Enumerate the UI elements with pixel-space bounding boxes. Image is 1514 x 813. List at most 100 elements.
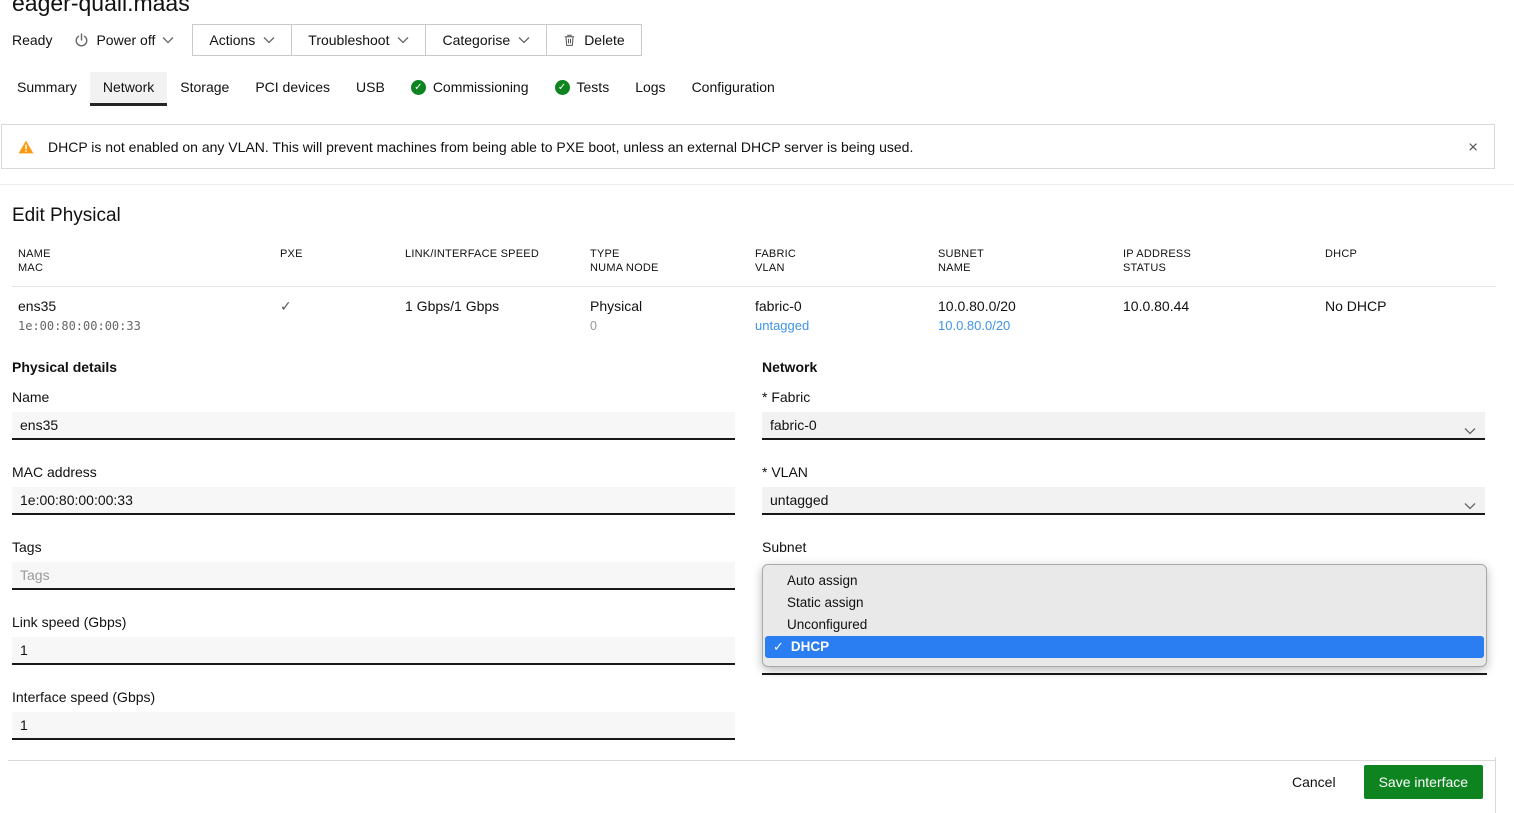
- banner-message: DHCP is not enabled on any VLAN. This wi…: [48, 139, 913, 155]
- machine-action-bar: Ready Power off Actions Troubleshoot Cat…: [12, 24, 642, 56]
- tab-logs[interactable]: Logs: [622, 72, 678, 106]
- tab-label: Storage: [180, 79, 229, 95]
- chevron-down-icon: [1464, 422, 1476, 438]
- interface-speed-field-group: Interface speed (Gbps): [12, 689, 735, 740]
- physical-details-form: Physical details Name MAC address Tags L…: [12, 359, 735, 764]
- name-label: Name: [12, 389, 735, 405]
- check-icon: ✓: [773, 636, 784, 658]
- col-header-fabric-vlan: FABRICVLAN: [749, 248, 932, 276]
- vlan-label: * VLAN: [762, 464, 1485, 480]
- tab-label: Commissioning: [433, 79, 529, 95]
- fabric-selected-value: fabric-0: [770, 417, 817, 433]
- cell-pxe: ✓: [274, 297, 399, 335]
- tab-label: Tests: [577, 79, 610, 95]
- name-input[interactable]: [12, 412, 735, 440]
- mac-address-input[interactable]: [12, 487, 735, 515]
- chevron-down-icon: [263, 36, 275, 44]
- tags-label: Tags: [12, 539, 735, 555]
- delete-button[interactable]: Delete: [546, 25, 640, 55]
- status-badge: Ready: [12, 32, 52, 48]
- tab-commissioning[interactable]: ✓ Commissioning: [398, 72, 542, 106]
- trash-icon: [563, 33, 576, 47]
- link-speed-field-group: Link speed (Gbps): [12, 614, 735, 665]
- subnet-link[interactable]: 10.0.80.0/20: [938, 318, 1117, 335]
- physical-details-heading: Physical details: [12, 359, 735, 375]
- link-speed-label: Link speed (Gbps): [12, 614, 735, 630]
- vlan-field-group: * VLAN untagged: [762, 464, 1485, 515]
- chevron-down-icon: [162, 36, 174, 44]
- check-circle-icon: ✓: [411, 80, 426, 95]
- tab-usb[interactable]: USB: [343, 72, 398, 106]
- power-off-button[interactable]: Power off: [74, 32, 174, 48]
- actions-label: Actions: [209, 32, 255, 48]
- footer-divider: [8, 760, 1496, 761]
- col-header-link-speed: LINK/INTERFACE SPEED: [399, 248, 584, 276]
- interface-table: NAMEMAC PXE LINK/INTERFACE SPEED TYPENUM…: [12, 248, 1496, 335]
- subnet-option-dhcp[interactable]: ✓ DHCP: [765, 636, 1484, 658]
- cell-link-speed: 1 Gbps/1 Gbps: [399, 297, 584, 335]
- section-divider: [0, 184, 1514, 185]
- warning-icon: [18, 140, 34, 154]
- link-speed-input[interactable]: [12, 637, 735, 665]
- subnet-option-auto-assign[interactable]: Auto assign: [765, 570, 1484, 592]
- cancel-button[interactable]: Cancel: [1290, 766, 1338, 798]
- troubleshoot-menu-button[interactable]: Troubleshoot: [291, 25, 425, 55]
- tab-network[interactable]: Network: [90, 72, 167, 106]
- col-header-name-mac: NAMEMAC: [12, 248, 274, 276]
- tab-label: Network: [103, 79, 154, 95]
- tab-label: Logs: [635, 79, 665, 95]
- page-title: eager-quail.maas: [12, 0, 190, 17]
- tab-label: Configuration: [692, 79, 775, 95]
- col-header-pxe: PXE: [274, 248, 399, 276]
- tab-label: PCI devices: [255, 79, 330, 95]
- cell-fabric-vlan: fabric-0 untagged: [749, 297, 932, 335]
- fabric-field-group: * Fabric fabric-0: [762, 389, 1485, 440]
- troubleshoot-label: Troubleshoot: [308, 32, 389, 48]
- power-icon: [74, 33, 89, 48]
- subnet-option-label: DHCP: [791, 636, 829, 658]
- panel-right-edge: [1495, 757, 1496, 813]
- tab-configuration[interactable]: Configuration: [679, 72, 788, 106]
- cell-dhcp: No DHCP: [1319, 297, 1496, 335]
- vlan-select[interactable]: untagged: [762, 487, 1485, 515]
- machine-tabs: Summary Network Storage PCI devices USB …: [4, 72, 788, 106]
- fabric-label: * Fabric: [762, 389, 1485, 405]
- tab-label: Summary: [17, 79, 77, 95]
- tags-field-group: Tags: [12, 539, 735, 590]
- mac-address-label: MAC address: [12, 464, 735, 480]
- subnet-option-unconfigured[interactable]: Unconfigured: [765, 614, 1484, 636]
- interface-speed-label: Interface speed (Gbps): [12, 689, 735, 705]
- interface-table-header: NAMEMAC PXE LINK/INTERFACE SPEED TYPENUM…: [12, 248, 1496, 287]
- categorise-menu-button[interactable]: Categorise: [425, 25, 546, 55]
- tab-label: USB: [356, 79, 385, 95]
- col-header-dhcp: DHCP: [1319, 248, 1496, 276]
- table-row: ens35 1e:00:80:00:00:33 ✓ 1 Gbps/1 Gbps …: [12, 287, 1496, 335]
- subnet-dropdown-menu: Auto assign Static assign Unconfigured ✓…: [762, 564, 1487, 667]
- close-icon[interactable]: ×: [1468, 138, 1478, 155]
- subnet-option-static-assign[interactable]: Static assign: [765, 592, 1484, 614]
- chevron-down-icon: [518, 36, 530, 44]
- dhcp-warning-banner: DHCP is not enabled on any VLAN. This wi…: [1, 124, 1495, 169]
- edit-physical-heading: Edit Physical: [12, 205, 121, 227]
- chevron-down-icon: [1464, 497, 1476, 513]
- col-header-ip-status: IP ADDRESSSTATUS: [1117, 248, 1319, 276]
- mac-field-group: MAC address: [12, 464, 735, 515]
- vlan-link[interactable]: untagged: [755, 318, 932, 335]
- fabric-select[interactable]: fabric-0: [762, 412, 1485, 440]
- save-interface-button[interactable]: Save interface: [1364, 765, 1484, 799]
- categorise-label: Categorise: [442, 32, 510, 48]
- tab-tests[interactable]: ✓ Tests: [542, 72, 623, 106]
- tab-storage[interactable]: Storage: [167, 72, 242, 106]
- subnet-select-underline: [762, 673, 1487, 675]
- col-header-type-numa: TYPENUMA NODE: [584, 248, 749, 276]
- actions-button-group: Actions Troubleshoot Categorise Delete: [192, 24, 641, 56]
- tab-summary[interactable]: Summary: [4, 72, 90, 106]
- subnet-field-group: Subnet: [762, 539, 1485, 555]
- network-form: Network * Fabric fabric-0 * VLAN untagge…: [762, 359, 1485, 579]
- form-footer: Cancel Save interface: [1290, 765, 1483, 799]
- interface-speed-input[interactable]: [12, 712, 735, 740]
- delete-label: Delete: [584, 32, 624, 48]
- tags-input[interactable]: [12, 562, 735, 590]
- tab-pci-devices[interactable]: PCI devices: [242, 72, 343, 106]
- actions-menu-button[interactable]: Actions: [193, 25, 291, 55]
